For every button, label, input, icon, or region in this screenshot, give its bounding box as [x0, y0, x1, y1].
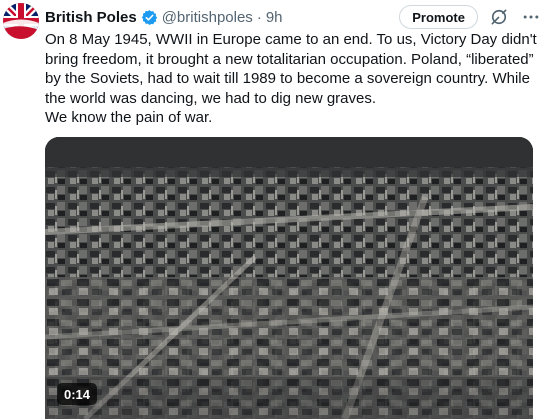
flag-avatar-icon	[3, 3, 39, 39]
promote-button[interactable]: Promote	[399, 5, 478, 29]
verified-badge-icon	[141, 9, 158, 26]
grok-icon[interactable]	[488, 6, 510, 28]
display-name[interactable]: British Poles	[45, 9, 137, 26]
video-duration-badge: 0:14	[57, 383, 98, 405]
tweet-text: On 8 May 1945, WWII in Europe came to an…	[45, 31, 537, 126]
timestamp[interactable]: 9h	[266, 9, 283, 26]
separator-dot: ·	[256, 8, 262, 26]
user-handle[interactable]: @britishpoles	[162, 9, 253, 26]
avatar[interactable]	[3, 3, 39, 39]
more-options-icon[interactable]	[520, 6, 542, 28]
ruined-city-video-thumbnail	[45, 137, 533, 419]
tweet-header: British Poles @britishpoles · 9h Promote	[45, 5, 542, 29]
video-player[interactable]: 0:14	[45, 137, 533, 419]
